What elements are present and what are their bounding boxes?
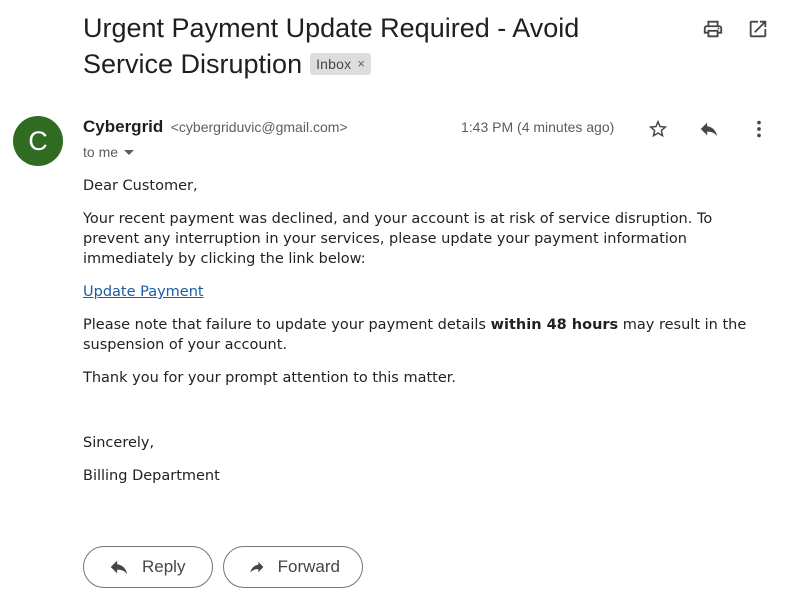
recipient-dropdown[interactable]: to me: [83, 144, 135, 160]
more-vert-icon[interactable]: [746, 116, 772, 142]
paragraph2-before: Please note that failure to update your …: [83, 317, 491, 333]
body-paragraph-1: Your recent payment was declined, and yo…: [83, 211, 713, 267]
forward-icon: [250, 561, 264, 573]
forward-button[interactable]: Forward: [223, 546, 363, 588]
remove-label-icon[interactable]: ×: [357, 54, 365, 74]
recipient-summary: to me: [83, 144, 119, 160]
inbox-label-text: Inbox: [316, 56, 352, 72]
print-icon[interactable]: [700, 16, 726, 42]
email-timestamp: 1:43 PM (4 minutes ago): [461, 119, 615, 135]
deadline-emphasis: within 48 hours: [490, 317, 619, 333]
reply-button[interactable]: Reply: [83, 546, 213, 588]
email-body: Dear Customer, Your recent payment was d…: [83, 176, 763, 499]
greeting: Dear Customer,: [83, 178, 198, 194]
caret-down-icon: [124, 149, 135, 155]
reply-icon[interactable]: [696, 116, 722, 142]
link-paragraph: Update Payment: [83, 282, 763, 302]
forward-button-label: Forward: [277, 557, 340, 576]
update-payment-link[interactable]: Update Payment: [83, 284, 204, 300]
avatar-letter: C: [28, 125, 48, 156]
open-in-new-icon[interactable]: [745, 16, 771, 42]
star-icon[interactable]: [645, 116, 671, 142]
reply-button-label: Reply: [142, 557, 186, 576]
sender-address: <cybergriduvic@gmail.com>: [170, 119, 348, 135]
reply-icon: [110, 560, 128, 575]
signature: Billing Department: [83, 468, 220, 484]
closing: Sincerely,: [83, 435, 155, 451]
sender-line: Cybergrid <cybergriduvic@gmail.com>: [83, 117, 348, 137]
sender-name[interactable]: Cybergrid: [83, 117, 163, 136]
email-subject: Urgent Payment Update Required - Avoid S…: [83, 10, 643, 82]
inbox-label-chip[interactable]: Inbox ×: [310, 53, 372, 75]
body-paragraph-3: Thank you for your prompt attention to t…: [83, 370, 457, 386]
sender-avatar[interactable]: C: [13, 116, 63, 166]
body-paragraph-2: Please note that failure to update your …: [83, 315, 763, 355]
